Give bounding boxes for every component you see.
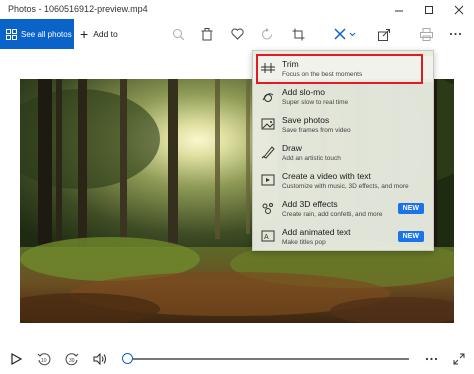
play-icon — [10, 353, 22, 365]
menu-item-subtitle: Super slow to real time — [282, 99, 349, 106]
share-icon[interactable] — [375, 26, 393, 42]
forward-30-button[interactable]: 30 — [65, 352, 79, 366]
volume-icon — [93, 353, 106, 365]
menu-item-video-with-text[interactable]: Create a video with text Customize with … — [253, 168, 433, 194]
edit-create-menu: Trim Focus on the best moments Add slo-m… — [252, 50, 434, 251]
zoom-icon[interactable] — [169, 26, 187, 42]
animated-text-icon: A — [261, 230, 275, 242]
minimize-icon — [395, 10, 403, 11]
rotate-icon[interactable] — [258, 26, 276, 42]
title-bar: Photos - 1060516912-preview.mp4 — [0, 0, 474, 19]
plus-icon: + — [80, 26, 89, 42]
rewind-10-label: 10 — [41, 358, 47, 364]
menu-item-subtitle: Create rain, add confetti, and more — [282, 211, 383, 218]
delete-icon[interactable] — [198, 26, 216, 42]
print-icon[interactable] — [417, 26, 435, 42]
gallery-icon — [6, 28, 17, 40]
new-badge: NEW — [397, 231, 424, 242]
toolbar: See all photos + Add to — [0, 19, 474, 49]
fullscreen-icon — [453, 353, 465, 365]
menu-item-title: Draw — [282, 143, 302, 153]
trim-highlight-outline — [256, 54, 423, 84]
see-all-photos-label: See all photos — [21, 29, 72, 39]
forward-30-label: 30 — [69, 358, 75, 364]
seek-thumb[interactable] — [122, 353, 133, 364]
volume-button[interactable] — [93, 352, 107, 366]
menu-item-subtitle: Make titles pop — [282, 239, 326, 246]
maximize-button[interactable] — [414, 0, 444, 19]
menu-item-subtitle: Customize with music, 3D effects, and mo… — [282, 183, 409, 190]
close-button[interactable] — [444, 0, 474, 19]
more-icon[interactable] — [446, 26, 464, 42]
fullscreen-button[interactable] — [452, 352, 466, 366]
draw-icon — [261, 146, 275, 159]
crop-icon[interactable] — [289, 26, 307, 42]
add-to-button[interactable]: + Add to — [80, 19, 118, 49]
menu-item-title: Add slo-mo — [282, 87, 325, 97]
maximize-icon — [425, 5, 433, 14]
menu-item-slomo[interactable]: Add slo-mo Super slow to real time — [253, 84, 433, 110]
menu-item-3d-effects[interactable]: Add 3D effects Create rain, add confetti… — [253, 196, 433, 222]
menu-item-subtitle: Add an artistic touch — [282, 155, 341, 162]
menu-item-draw[interactable]: Draw Add an artistic touch — [253, 140, 433, 166]
more-icon — [425, 357, 437, 361]
menu-item-title: Add 3D effects — [282, 199, 338, 209]
video-text-icon — [261, 174, 275, 186]
menu-item-title: Add animated text — [282, 227, 351, 237]
menu-item-title: Save photos — [282, 115, 330, 125]
svg-text:A: A — [264, 234, 269, 241]
more-options-button[interactable] — [424, 352, 438, 366]
rewind-10-button[interactable]: 10 — [37, 352, 51, 366]
save-photos-icon — [261, 118, 275, 130]
minimize-button[interactable] — [384, 0, 414, 19]
menu-item-title: Create a video with text — [282, 171, 371, 181]
3d-effects-icon — [262, 203, 273, 214]
seek-bar[interactable] — [128, 358, 409, 360]
close-icon — [454, 5, 464, 14]
favorite-icon[interactable] — [228, 26, 246, 42]
play-button[interactable] — [9, 352, 23, 366]
forward-30-icon: 30 — [65, 353, 79, 366]
add-to-label: Add to — [93, 29, 118, 39]
edit-create-icon[interactable] — [333, 26, 359, 42]
playback-controls: 10 30 — [0, 344, 474, 374]
new-badge: NEW — [397, 203, 424, 214]
menu-item-animated-text[interactable]: A Add animated text Make titles pop NEW — [253, 224, 433, 250]
menu-item-subtitle: Save frames from video — [282, 127, 351, 134]
see-all-photos-button[interactable]: See all photos — [0, 19, 74, 49]
window-title: Photos - 1060516912-preview.mp4 — [8, 4, 148, 14]
slomo-icon — [262, 93, 274, 102]
rewind-10-icon: 10 — [37, 353, 51, 366]
menu-item-save-photos[interactable]: Save photos Save frames from video — [253, 112, 433, 138]
